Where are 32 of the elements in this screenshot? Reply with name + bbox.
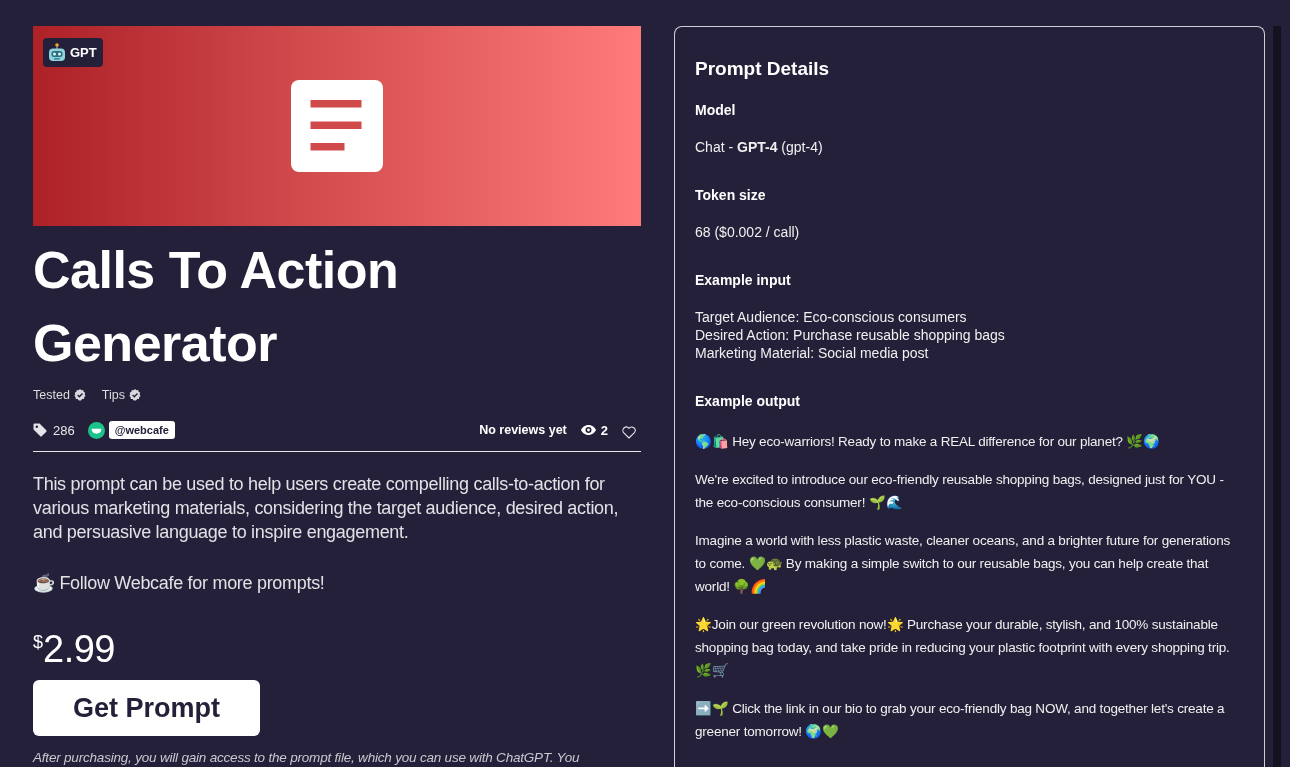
description: This prompt can be used to help users create compelling calls-to-action for various marketing materials, considering the target audience, desired action, and persuasive language to inspire engagement.: [33, 473, 620, 544]
get-prompt-button[interactable]: Get Prompt: [33, 680, 260, 736]
sales-count: 286: [53, 422, 75, 438]
example-paragraph: We're excited to introduce our eco-friendly reusable shopping bags, designed just for YOU - the eco-conscious consumer! 🌱🌊: [695, 471, 1225, 512]
eye-icon: [580, 425, 596, 435]
panel-title: Prompt Details: [695, 57, 831, 81]
example-paragraph: 🌎🛍 Hey eco-warriors! Ready to make a REAL difference for our planet? 🌿🌍: [695, 433, 1161, 451]
purchase-note: After purchasing, you will gain access to the prompt file, which you can use with ChatGPT. You: [33, 749, 581, 767]
example-paragraph: ➡🌱 Click the link in our bio to grab your eco-friendly bag NOW, and together let's create a greener tomorrow! 🌍💚: [695, 700, 1226, 741]
price: $2.99: [33, 629, 115, 669]
author-link[interactable]: @webcafe: [108, 421, 175, 439]
robot-icon: [48, 43, 66, 62]
section-heading: Example input: [695, 271, 792, 289]
section-heading: Token size: [695, 186, 767, 204]
example-paragraph: 🌟Join our green revolution now!🌟 Purchase your durable, stylish, and 100% sustainable shopping bag today, and take pride in reducing your plastic footprint with every shopping trip. 🌿🛒: [695, 616, 1231, 680]
follow-note: ☕ Follow Webcafe for more prompts!: [33, 572, 326, 595]
example-paragraph: Imagine a world with less plastic waste, cleaner oceans, and a brighter future for generations to come. 💚🐢 By making a simple switch to our reusable bags, you can help create that world! 🌳🌈: [695, 532, 1231, 596]
badge-label: GPT: [70, 44, 97, 62]
detail-text: Chat - GPT-4 (gpt-4): [695, 138, 824, 156]
detail-text: Target Audience: Eco-conscious consumers Desired Action: Purchase reusable shopping bags Marketing Material: Social media post: [695, 308, 1006, 362]
reviews-status: No reviews yet: [479, 423, 567, 437]
avatar-icon: [87, 421, 105, 439]
document-icon: [291, 80, 383, 172]
section-heading: Model: [695, 101, 737, 119]
feature-label: Tested: [33, 387, 70, 404]
prompt-title: Calls To Action Generator: [33, 240, 400, 374]
detail-text: 68 ($0.002 / call): [695, 223, 801, 241]
feature-label: Tips: [101, 387, 125, 404]
section-heading: Example output: [695, 392, 801, 410]
view-count: 2: [600, 422, 608, 438]
heart-icon[interactable]: [622, 426, 636, 439]
price-tag-icon: [33, 423, 47, 437]
